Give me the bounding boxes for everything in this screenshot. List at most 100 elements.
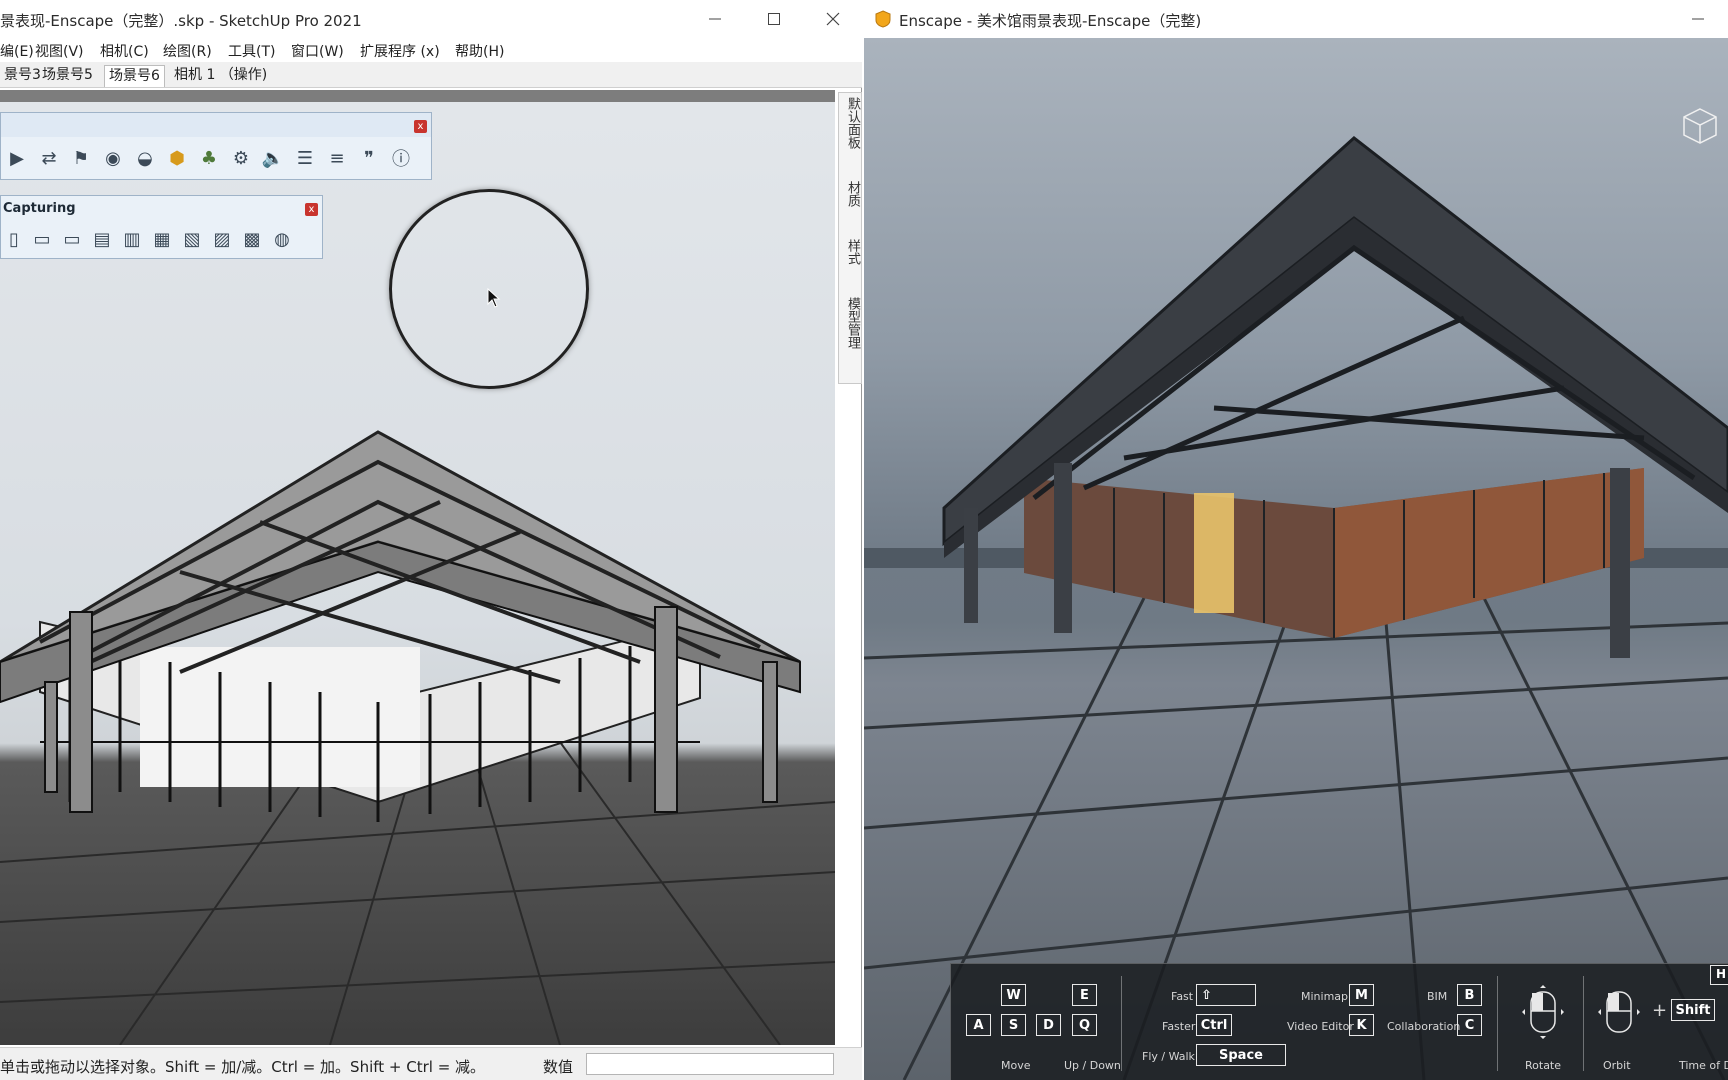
screen: 景表现-Enscape（完整）.skp - SketchUp Pro 2021 … (0, 0, 1728, 1080)
maximize-button[interactable] (751, 4, 797, 34)
load-render-icon[interactable]: ▧ (177, 222, 207, 256)
enscape-minimize-button[interactable] (1675, 4, 1721, 34)
settings-gear-icon[interactable]: ⚙ (225, 141, 257, 175)
minimize-button[interactable] (692, 4, 738, 34)
label-rotate: Rotate (1525, 1059, 1562, 1072)
key-s: S (1001, 1014, 1026, 1036)
key-ctrl: Ctrl (1196, 1014, 1232, 1036)
key-m: M (1349, 984, 1374, 1006)
panorama-icon[interactable]: ▩ (237, 222, 267, 256)
label-video-editor: Video Editor (1287, 1020, 1354, 1033)
render-folder-icon[interactable]: ▥ (117, 222, 147, 256)
measurements-input[interactable] (586, 1053, 834, 1075)
status-text: 单击或拖动以选择对象。Shift = 加/减。Ctrl = 加。Shift + … (0, 1058, 486, 1076)
video-export-icon[interactable]: ▨ (207, 222, 237, 256)
sketchup-window: 景表现-Enscape（完整）.skp - SketchUp Pro 2021 … (0, 0, 862, 1080)
views-icon[interactable]: ⚑ (65, 141, 97, 175)
key-d: D (1036, 1014, 1061, 1036)
key-space: Space (1196, 1044, 1286, 1066)
minimize-icon (1692, 18, 1704, 20)
enscape-toolbar-icons: ▶ ⇄ ⚑ ◉ ◒ ⬢ ♣ ⚙ 🔈 ☰ ≡ ❞ ⓘ (1, 141, 417, 175)
label-time-of-day: Time of Day (1679, 1059, 1728, 1072)
hud-separator-3 (1583, 976, 1584, 1071)
web-globe-icon[interactable]: ◍ (267, 222, 297, 256)
sound-icon[interactable]: 🔈 (257, 141, 289, 175)
tray-tab-materials[interactable]: 材质 (841, 181, 861, 207)
navigation-cube-icon[interactable] (1680, 106, 1720, 146)
key-w: W (1001, 984, 1026, 1006)
key-e: E (1072, 984, 1097, 1006)
enscape-title-bar: Enscape - 美术馆雨景表现-Enscape（完整) (864, 0, 1728, 38)
menu-extensions[interactable]: 扩展程序 (x) (360, 41, 440, 61)
menu-window[interactable]: 窗口(W) (291, 41, 344, 61)
plus-sign: + (1652, 1000, 1668, 1021)
hud-separator-1 (1121, 976, 1122, 1071)
enscape-toolbar-close-button[interactable]: x (414, 120, 427, 133)
label-fly-walk: Fly / Walk (1142, 1050, 1195, 1063)
key-q: Q (1072, 1014, 1097, 1036)
menu-edit[interactable]: 编(E) (0, 41, 34, 61)
menu-help[interactable]: 帮助(H) (455, 41, 504, 61)
key-c: C (1457, 1014, 1482, 1036)
label-faster: Faster (1162, 1020, 1196, 1033)
capturing-toolbar-icons: ▯ ▭ ▭ ▤ ▥ ▦ ▧ ▨ ▩ ◍ (1, 222, 297, 256)
batch-render-icon[interactable]: ▤ (87, 222, 117, 256)
screenshot-icon[interactable]: ◉ (97, 141, 129, 175)
enscape-logo-icon (875, 10, 891, 28)
label-orbit: Orbit (1603, 1059, 1631, 1072)
export-web-icon[interactable]: ▭ (57, 222, 87, 256)
live-sync-icon[interactable]: ⇄ (33, 141, 65, 175)
measurements-label: 数值 (543, 1058, 574, 1076)
enscape-toolbar-header[interactable] (1, 113, 431, 137)
default-tray: 默认面板 材质 样式 模型管理 (838, 92, 862, 384)
menu-camera[interactable]: 相机(C) (100, 41, 149, 61)
scene-tab-6[interactable]: 场景号6 (104, 65, 165, 87)
menu-tools[interactable]: 工具(T) (228, 41, 275, 61)
scene-tab-5[interactable]: 场景号5 (38, 65, 97, 87)
save-render-icon[interactable]: ▦ (147, 222, 177, 256)
asset-library-icon[interactable]: ⬢ (161, 141, 193, 175)
sketchup-window-title: 景表现-Enscape（完整）.skp - SketchUp Pro 2021 (0, 12, 362, 30)
label-up-down: Up / Down (1064, 1059, 1121, 1072)
visual-settings-icon[interactable]: ☰ (289, 141, 321, 175)
tree-icon[interactable]: ♣ (193, 141, 225, 175)
enscape-toolbar: x ▶ ⇄ ⚑ ◉ ◒ ⬢ ♣ ⚙ 🔈 ☰ ≡ ❞ ⓘ (0, 112, 432, 180)
menu-bar: 编(E) 视图(V) 相机(C) 绘图(R) 工具(T) 窗口(W) 扩展程序 … (0, 38, 862, 62)
label-move: Move (1001, 1059, 1031, 1072)
close-button[interactable] (810, 4, 856, 34)
capturing-toolbar-close-button[interactable]: x (305, 203, 318, 216)
tray-tab-default-panel[interactable]: 默认面板 (841, 97, 861, 149)
sketchup-title-bar: 景表现-Enscape（完整）.skp - SketchUp Pro 2021 (0, 0, 862, 38)
enscape-window: Enscape - 美术馆雨景表现-Enscape（完整) (864, 0, 1728, 1080)
tray-tab-outliner[interactable]: 模型管理 (841, 297, 861, 349)
enscape-window-title: Enscape - 美术馆雨景表现-Enscape（完整) (899, 12, 1202, 30)
general-settings-icon[interactable]: ≡ (321, 141, 353, 175)
hud-separator-2 (1497, 976, 1498, 1071)
status-bar: 单击或拖动以选择对象。Shift = 加/减。Ctrl = 加。Shift + … (0, 1047, 862, 1080)
scene-tab-camera-1[interactable]: 相机 1 （操作) (170, 65, 271, 87)
key-a: A (966, 1014, 991, 1036)
mouse-left-drag-icon (1522, 985, 1564, 1039)
key-shift-fast: ⇧ (1196, 984, 1256, 1006)
label-collaboration: Collaboration (1387, 1020, 1461, 1033)
enscape-render-viewport[interactable] (864, 38, 1728, 1080)
mouse-orbit-icon (1598, 991, 1640, 1033)
key-shift: Shift (1671, 999, 1715, 1021)
feedback-icon[interactable]: ❞ (353, 141, 385, 175)
export-exe-icon[interactable]: ▭ (27, 222, 57, 256)
key-h-help[interactable]: H (1710, 965, 1728, 985)
about-info-icon[interactable]: ⓘ (385, 141, 417, 175)
tray-tab-styles[interactable]: 样式 (841, 239, 861, 265)
vr-headset-icon[interactable]: ◒ (129, 141, 161, 175)
key-b: B (1457, 984, 1482, 1006)
menu-draw[interactable]: 绘图(R) (163, 41, 212, 61)
enscape-start-icon[interactable]: ▶ (1, 141, 33, 175)
close-icon (826, 12, 840, 26)
controls-overlay: W A S D Move E Q Up / Down Fast ⇧ Faster… (950, 963, 1728, 1080)
rendered-pavilion (864, 136, 1728, 1080)
menu-view[interactable]: 视图(V) (35, 41, 84, 61)
minimize-icon (709, 18, 721, 20)
capturing-toolbar-title: Capturing (3, 201, 76, 216)
label-fast: Fast (1171, 990, 1194, 1003)
export-icon[interactable]: ▯ (1, 222, 27, 256)
